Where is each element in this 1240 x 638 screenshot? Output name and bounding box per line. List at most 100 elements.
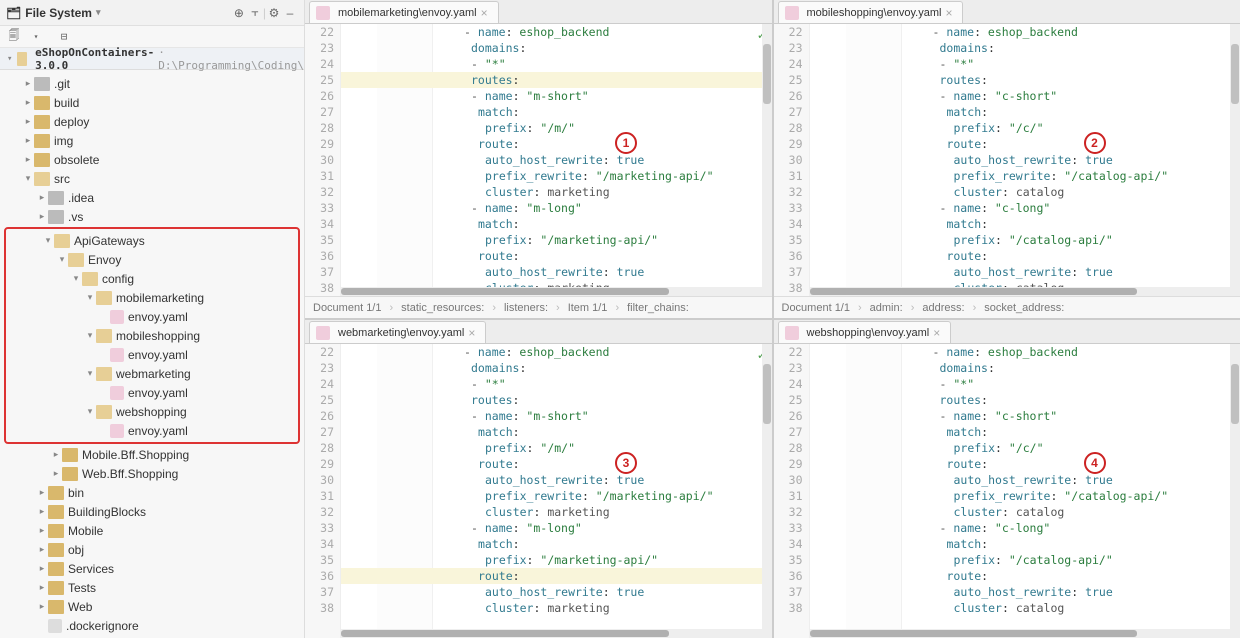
- chevron-icon[interactable]: ▸: [36, 506, 48, 517]
- code-line[interactable]: prefix: "/catalog-api/": [810, 232, 1240, 248]
- scrollbar-vertical[interactable]: [762, 344, 772, 638]
- tree-folder[interactable]: ▾ApiGateways: [6, 231, 298, 250]
- scrollbar-vertical[interactable]: [762, 24, 772, 296]
- code-line[interactable]: prefix: "/m/": [341, 120, 772, 136]
- tree-file[interactable]: envoy.yaml: [6, 383, 298, 402]
- scrollbar-thumb[interactable]: [810, 288, 1138, 295]
- chevron-icon[interactable]: ▾: [70, 273, 82, 284]
- chevron-icon[interactable]: ▸: [22, 116, 34, 127]
- chevron-icon[interactable]: ▸: [36, 487, 48, 498]
- tree-folder[interactable]: ▾webmarketing: [6, 364, 298, 383]
- chevron-icon[interactable]: ▾: [84, 406, 96, 417]
- code-line[interactable]: prefix_rewrite: "/marketing-api/": [341, 488, 772, 504]
- code-line[interactable]: - "*": [341, 376, 772, 392]
- code-line[interactable]: domains:: [341, 40, 772, 56]
- chevron-icon[interactable]: ▸: [22, 135, 34, 146]
- tree-folder[interactable]: ▸BuildingBlocks: [0, 502, 304, 521]
- scrollbar-horizontal[interactable]: [810, 287, 1231, 296]
- scrollbar-horizontal[interactable]: [341, 629, 762, 638]
- minimize-icon[interactable]: –: [282, 5, 298, 21]
- code-area[interactable]: 2223242526272829303132333435363738- name…: [774, 344, 1240, 638]
- code-line[interactable]: domains:: [341, 360, 772, 376]
- file-tree[interactable]: ▸.git▸build▸deploy▸img▸obsolete▾src▸.ide…: [0, 70, 304, 638]
- code-line[interactable]: - name: "c-long": [810, 520, 1240, 536]
- breadcrumb-item[interactable]: Document 1/1: [782, 302, 850, 314]
- code-line[interactable]: auto_host_rewrite: true: [810, 264, 1240, 280]
- code-area[interactable]: 2223242526272829303132333435363738- name…: [305, 24, 772, 296]
- breadcrumb-item[interactable]: static_resources:: [401, 302, 484, 314]
- code-line[interactable]: cluster: marketing: [341, 504, 772, 520]
- code-line[interactable]: route:: [810, 136, 1240, 152]
- code-line[interactable]: - name: "c-short": [810, 408, 1240, 424]
- filter-icon[interactable]: 🗐: [6, 29, 22, 45]
- code-line[interactable]: route:: [810, 568, 1240, 584]
- code-line[interactable]: routes:: [810, 392, 1240, 408]
- gear-icon[interactable]: ⚙: [266, 5, 282, 21]
- chevron-icon[interactable]: ▸: [36, 525, 48, 536]
- split-icon[interactable]: ⫟: [247, 5, 263, 21]
- code-line[interactable]: cluster: marketing: [341, 600, 772, 616]
- tree-folder[interactable]: ▸build: [0, 93, 304, 112]
- code-line[interactable]: prefix: "/catalog-api/": [810, 552, 1240, 568]
- code-line[interactable]: - name: "m-short": [341, 88, 772, 104]
- tree-folder[interactable]: ▸Services: [0, 559, 304, 578]
- code-line[interactable]: prefix_rewrite: "/catalog-api/": [810, 168, 1240, 184]
- tree-file[interactable]: envoy.yaml: [6, 421, 298, 440]
- code-line[interactable]: routes:: [341, 72, 772, 88]
- tree-folder[interactable]: ▸Web.Bff.Shopping: [0, 464, 304, 483]
- scrollbar-thumb[interactable]: [810, 630, 1138, 637]
- code-line[interactable]: match:: [810, 216, 1240, 232]
- code-line[interactable]: route:: [810, 456, 1240, 472]
- code-line[interactable]: cluster: catalog: [810, 600, 1240, 616]
- tree-folder[interactable]: ▸obsolete: [0, 150, 304, 169]
- close-icon[interactable]: ×: [468, 326, 475, 340]
- code-line[interactable]: - name: "c-long": [810, 200, 1240, 216]
- scrollbar-thumb[interactable]: [763, 44, 771, 104]
- tree-file[interactable]: envoy.yaml: [6, 307, 298, 326]
- code-line[interactable]: match:: [341, 536, 772, 552]
- breadcrumb-item[interactable]: Document 1/1: [313, 302, 381, 314]
- breadcrumb-item[interactable]: admin:: [870, 302, 903, 314]
- code-line[interactable]: - name: eshop_backend: [341, 24, 772, 40]
- tree-folder[interactable]: ▸Web: [0, 597, 304, 616]
- code-line[interactable]: - name: "c-short": [810, 88, 1240, 104]
- breadcrumb-item[interactable]: address:: [922, 302, 964, 314]
- tree-folder[interactable]: ▸bin: [0, 483, 304, 502]
- code-line[interactable]: auto_host_rewrite: true: [341, 472, 772, 488]
- tree-folder[interactable]: ▸.git: [0, 74, 304, 93]
- chevron-icon[interactable]: ▸: [22, 154, 34, 165]
- chevron-down-icon[interactable]: ▾: [28, 29, 44, 45]
- code-line[interactable]: route:: [341, 136, 772, 152]
- tree-folder[interactable]: ▸Mobile.Bff.Shopping: [0, 445, 304, 464]
- code-line[interactable]: - name: eshop_backend: [810, 24, 1240, 40]
- code-line[interactable]: routes:: [810, 72, 1240, 88]
- breadcrumb-item[interactable]: socket_address:: [984, 302, 1064, 314]
- chevron-icon[interactable]: ▸: [36, 192, 48, 203]
- code-line[interactable]: match:: [341, 216, 772, 232]
- scrollbar-thumb[interactable]: [341, 288, 669, 295]
- editor-tab[interactable]: webshopping\envoy.yaml×: [778, 321, 952, 343]
- chevron-icon[interactable]: ▾: [84, 330, 96, 341]
- tree-folder[interactable]: ▸deploy: [0, 112, 304, 131]
- chevron-icon[interactable]: ▾: [84, 368, 96, 379]
- project-root[interactable]: ▾ eShopOnContainers-3.0.0 · D:\Programmi…: [0, 48, 304, 70]
- code-area[interactable]: 2223242526272829303132333435363738- name…: [305, 344, 772, 638]
- target-icon[interactable]: ⊕: [231, 5, 247, 21]
- code-line[interactable]: auto_host_rewrite: true: [810, 472, 1240, 488]
- code-line[interactable]: match:: [810, 424, 1240, 440]
- code-line[interactable]: - name: "m-long": [341, 520, 772, 536]
- code-line[interactable]: prefix: "/m/": [341, 440, 772, 456]
- code-line[interactable]: - "*": [810, 56, 1240, 72]
- scrollbar-thumb[interactable]: [341, 630, 669, 637]
- code-line[interactable]: auto_host_rewrite: true: [341, 264, 772, 280]
- code-line[interactable]: domains:: [810, 40, 1240, 56]
- chevron-icon[interactable]: ▸: [22, 78, 34, 89]
- tree-folder[interactable]: ▸Mobile: [0, 521, 304, 540]
- code-line[interactable]: domains:: [810, 360, 1240, 376]
- scrollbar-thumb[interactable]: [1231, 364, 1239, 424]
- code-line[interactable]: match:: [810, 536, 1240, 552]
- tree-folder[interactable]: ▸Tests: [0, 578, 304, 597]
- editor-tab[interactable]: mobilemarketing\envoy.yaml×: [309, 1, 499, 23]
- tree-folder[interactable]: ▾src: [0, 169, 304, 188]
- chevron-icon[interactable]: ▸: [50, 468, 62, 479]
